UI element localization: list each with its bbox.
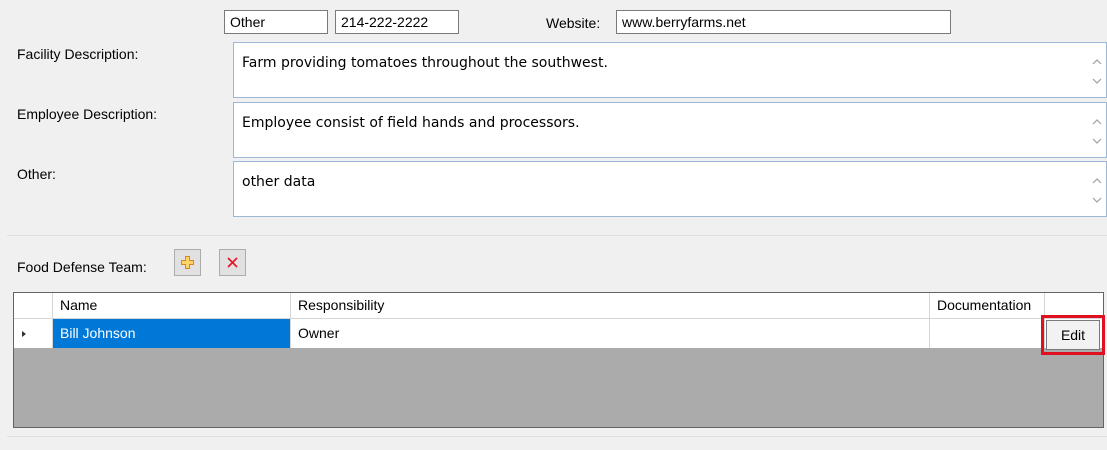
other-scrollbar[interactable] bbox=[1088, 162, 1106, 216]
contact-type-field[interactable]: Other bbox=[224, 10, 328, 34]
facility-description-field[interactable]: Farm providing tomatoes throughout the s… bbox=[233, 42, 1107, 98]
responsibility-cell[interactable]: Owner bbox=[291, 319, 930, 348]
employee-scrollbar[interactable] bbox=[1088, 103, 1106, 157]
column-header-name[interactable]: Name bbox=[53, 293, 291, 318]
website-label: Website: bbox=[546, 15, 601, 31]
other-text: other data bbox=[242, 174, 316, 190]
scroll-up-icon[interactable] bbox=[1092, 117, 1102, 127]
website-field[interactable]: www.berryfarms.net bbox=[616, 10, 951, 34]
edit-button[interactable]: Edit bbox=[1046, 320, 1100, 350]
row-header[interactable] bbox=[14, 319, 53, 348]
team-grid[interactable]: Name Responsibility Documentation Bill J… bbox=[13, 292, 1104, 428]
facility-description-text: Farm providing tomatoes throughout the s… bbox=[242, 55, 608, 71]
phone-field[interactable]: 214-222-2222 bbox=[335, 10, 459, 34]
food-defense-team-label: Food Defense Team: bbox=[17, 259, 147, 275]
add-team-member-button[interactable] bbox=[174, 249, 201, 276]
bottom-divider bbox=[7, 436, 1107, 437]
plus-icon bbox=[181, 256, 194, 269]
facility-scrollbar[interactable] bbox=[1088, 43, 1106, 97]
name-cell[interactable]: Bill Johnson bbox=[53, 319, 291, 348]
scroll-down-icon[interactable] bbox=[1092, 136, 1102, 146]
column-header-documentation[interactable]: Documentation bbox=[930, 293, 1045, 318]
grid-header: Name Responsibility Documentation bbox=[14, 293, 1103, 319]
x-icon bbox=[227, 257, 238, 268]
other-field[interactable]: other data bbox=[233, 161, 1107, 217]
scroll-down-icon[interactable] bbox=[1092, 76, 1102, 86]
employee-description-text: Employee consist of field hands and proc… bbox=[242, 115, 580, 131]
current-row-arrow-icon bbox=[22, 331, 26, 337]
employee-description-field[interactable]: Employee consist of field hands and proc… bbox=[233, 102, 1107, 158]
scroll-up-icon[interactable] bbox=[1092, 57, 1102, 67]
documentation-cell[interactable] bbox=[930, 319, 1045, 348]
facility-description-label: Facility Description: bbox=[17, 46, 139, 62]
employee-description-label: Employee Description: bbox=[17, 106, 158, 122]
column-header-responsibility[interactable]: Responsibility bbox=[291, 293, 930, 318]
scroll-down-icon[interactable] bbox=[1092, 195, 1102, 205]
scroll-up-icon[interactable] bbox=[1092, 176, 1102, 186]
delete-team-member-button[interactable] bbox=[219, 249, 246, 276]
table-row[interactable]: Bill Johnson Owner bbox=[14, 319, 1103, 348]
section-divider bbox=[7, 235, 1107, 236]
row-header-corner bbox=[14, 293, 53, 318]
other-label: Other: bbox=[17, 166, 56, 182]
